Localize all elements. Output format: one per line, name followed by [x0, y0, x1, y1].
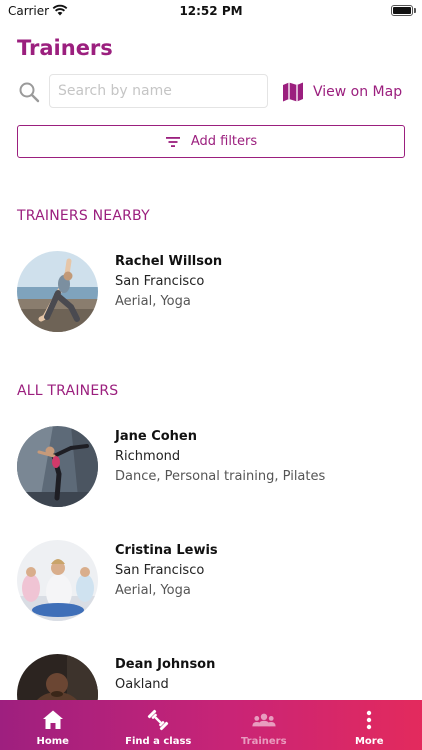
- status-time: 12:52 PM: [179, 4, 243, 18]
- dumbbell-icon: [148, 709, 169, 731]
- trainer-item-jane-cohen[interactable]: Jane Cohen Richmond Dance, Personal trai…: [17, 426, 407, 508]
- tab-label: Trainers: [240, 736, 287, 747]
- trainer-city: San Francisco: [115, 563, 205, 578]
- trainer-name: Dean Johnson: [115, 657, 216, 672]
- trainer-avatar: [17, 540, 98, 621]
- view-on-map-label: View on Map: [313, 84, 403, 100]
- trainer-tags: Aerial, Yoga: [115, 294, 191, 309]
- trainer-city: San Francisco: [115, 274, 205, 289]
- home-icon: [42, 710, 63, 729]
- battery-icon: [391, 5, 413, 16]
- filter-icon: [165, 136, 180, 147]
- trainer-city: Richmond: [115, 449, 181, 464]
- tab-find-a-class[interactable]: Find a class: [106, 700, 212, 750]
- tab-bar: Home Find a class Trainers More: [0, 700, 422, 750]
- trainer-tags: Aerial, Yoga: [115, 583, 191, 598]
- trainer-avatar: [17, 426, 98, 507]
- trainer-name: Jane Cohen: [115, 429, 198, 444]
- trainer-name: Cristina Lewis: [115, 543, 218, 558]
- add-filters-label: Add filters: [190, 134, 258, 149]
- tab-home[interactable]: Home: [0, 700, 106, 750]
- battery-cap: [414, 8, 416, 13]
- trainer-avatar: [17, 251, 98, 332]
- add-filters-button[interactable]: Add filters: [17, 125, 405, 158]
- tab-label: More: [354, 736, 384, 747]
- search-icon: [19, 82, 40, 103]
- trainer-city: Oakland: [115, 677, 169, 692]
- trainer-item-cristina-lewis[interactable]: Cristina Lewis San Francisco Aerial, Yog…: [17, 540, 407, 622]
- trainer-item-rachel-willson[interactable]: Rachel Willson San Francisco Aerial, Yog…: [17, 251, 407, 333]
- map-icon: [283, 82, 303, 102]
- section-title-all: ALL TRAINERS: [17, 383, 119, 399]
- tab-label: Find a class: [125, 736, 192, 747]
- view-on-map-button[interactable]: View on Map: [281, 78, 402, 106]
- people-icon: [252, 713, 276, 727]
- trainer-name: Rachel Willson: [115, 254, 223, 269]
- status-bar: Carrier 12:52 PM: [0, 0, 422, 22]
- tab-label: Home: [36, 736, 69, 747]
- tab-more[interactable]: More: [317, 700, 422, 750]
- page-title: Trainers: [17, 36, 113, 60]
- more-vertical-icon: [367, 710, 372, 730]
- section-title-nearby: TRAINERS NEARBY: [17, 208, 150, 224]
- search-input[interactable]: [49, 74, 268, 108]
- tab-trainers[interactable]: Trainers: [211, 700, 317, 750]
- trainer-tags: Dance, Personal training, Pilates: [115, 469, 326, 484]
